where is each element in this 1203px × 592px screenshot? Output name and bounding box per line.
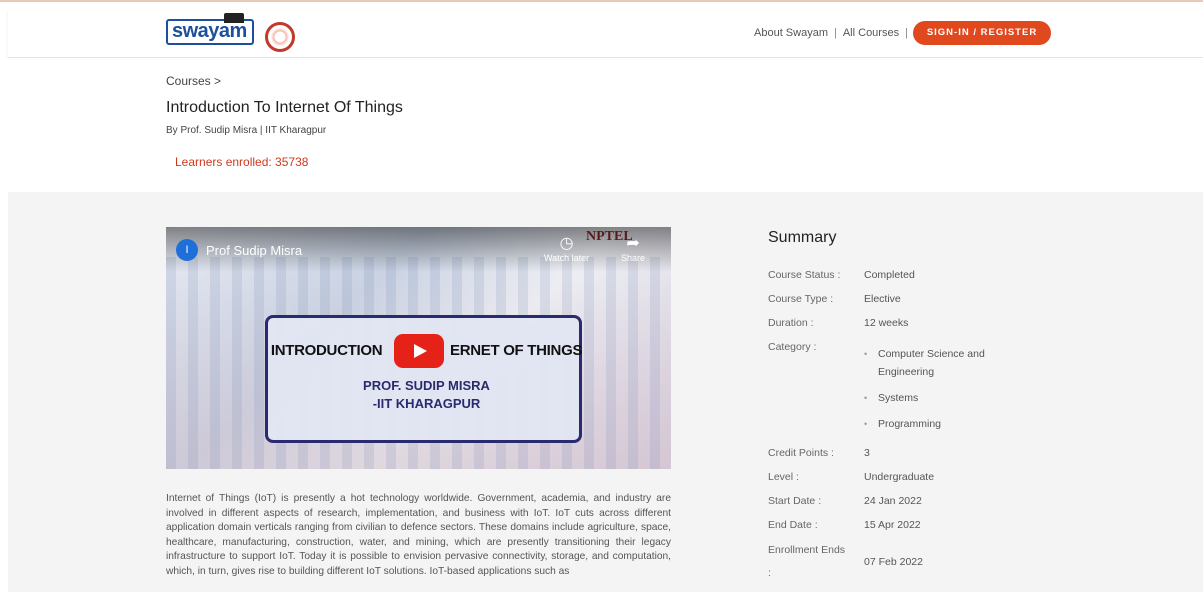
enrollment-ends-colon: : <box>768 567 771 579</box>
share-label: Share <box>621 253 646 263</box>
site-header: swayam About Swayam | All Courses | SIGN… <box>8 10 1203 58</box>
watch-later-label: Watch later <box>544 253 590 263</box>
enrollment-ends-label: Enrollment Ends <box>768 544 846 556</box>
duration-label: Duration : <box>768 317 814 329</box>
swayam-logo[interactable]: swayam <box>166 13 256 47</box>
course-type-value: Elective <box>864 293 901 305</box>
watch-later-button[interactable]: ◷ Watch later <box>544 235 589 263</box>
nav-separator: | <box>905 27 908 39</box>
share-arrow-icon: ➦ <box>626 235 640 252</box>
breadcrumb[interactable]: Courses > <box>166 74 221 88</box>
credit-points-value: 3 <box>864 447 870 459</box>
category-item: Systems <box>864 389 1014 407</box>
end-date-label: End Date : <box>768 519 818 531</box>
learners-enrolled-count: Learners enrolled: 35738 <box>175 155 309 169</box>
logo-text: swayam <box>172 20 247 42</box>
category-item: Computer Science and Engineering <box>864 345 1014 381</box>
top-accent-strip <box>0 0 1203 10</box>
emblem-icon <box>265 22 295 52</box>
course-type-label: Course Type : <box>768 293 834 305</box>
duration-value: 12 weeks <box>864 317 909 329</box>
category-list: Computer Science and Engineering Systems… <box>864 345 1014 441</box>
video-card-professor: PROF. SUDIP MISRA <box>363 378 490 393</box>
course-status-value: Completed <box>864 269 915 281</box>
course-byline: By Prof. Sudip Misra | IIT Kharagpur <box>166 125 327 136</box>
level-label: Level : <box>768 471 799 483</box>
video-card-title-left: INTRODUCTION <box>270 342 383 359</box>
credit-points-label: Credit Points : <box>768 447 834 459</box>
channel-avatar[interactable]: I <box>176 239 198 261</box>
youtube-play-button[interactable] <box>394 334 444 368</box>
top-nav: About Swayam | All Courses | <box>754 27 908 39</box>
page-title: Introduction To Internet Of Things <box>166 99 403 116</box>
video-card-title-right: ERNET OF THINGS <box>449 342 583 359</box>
video-card-institute: -IIT KHARAGPUR <box>372 396 481 411</box>
course-status-label: Course Status : <box>768 269 841 281</box>
nav-about-swayam[interactable]: About Swayam <box>754 27 828 39</box>
level-value: Undergraduate <box>864 471 935 483</box>
start-date-value: 24 Jan 2022 <box>864 495 922 507</box>
sign-in-register-button[interactable]: SIGN-IN / REGISTER <box>913 21 1051 45</box>
video-channel-name[interactable]: Prof Sudip Misra <box>206 243 302 258</box>
clock-icon: ◷ <box>559 235 574 252</box>
start-date-label: Start Date : <box>768 495 822 507</box>
category-item: Programming <box>864 415 1014 433</box>
course-header: Courses > Introduction To Internet Of Th… <box>0 58 1203 192</box>
summary-heading: Summary <box>768 229 837 246</box>
category-label: Category : <box>768 341 817 353</box>
course-body: I Prof Sudip Misra NPTEL ◷ Watch later ➦… <box>8 192 1203 592</box>
intro-video-player[interactable]: I Prof Sudip Misra NPTEL ◷ Watch later ➦… <box>166 227 671 469</box>
end-date-value: 15 Apr 2022 <box>864 519 921 531</box>
nav-all-courses[interactable]: All Courses <box>843 27 899 39</box>
nav-separator: | <box>833 27 837 39</box>
enrollment-ends-value: 07 Feb 2022 <box>864 556 923 568</box>
course-description: Internet of Things (IoT) is presently a … <box>166 493 671 577</box>
share-button[interactable]: ➦ Share <box>621 235 645 263</box>
